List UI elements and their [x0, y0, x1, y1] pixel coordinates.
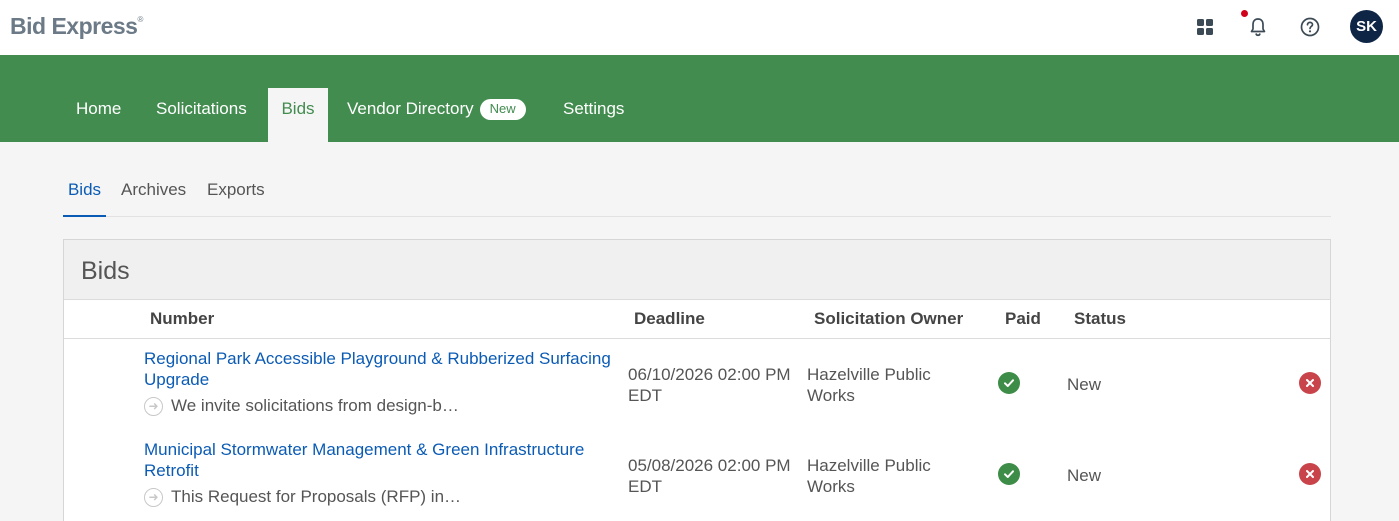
bid-status: New: [1067, 375, 1102, 394]
bids-panel: Bids Number Deadline Solicitation Owner …: [63, 239, 1331, 521]
bid-express-logo[interactable]: Bid Express®: [10, 13, 143, 40]
bid-title-link[interactable]: Municipal Stormwater Management & Green …: [144, 439, 614, 481]
column-header-status[interactable]: Status: [1074, 309, 1126, 329]
bid-owner: Hazelville Public Works: [807, 365, 931, 405]
table-row: Regional Park Accessible Playground & Ru…: [64, 348, 1330, 439]
nav-settings[interactable]: Settings: [547, 88, 640, 142]
arrow-right-circle-icon[interactable]: ➜: [144, 396, 163, 416]
panel-header: [64, 240, 1330, 300]
notification-dot: [1241, 10, 1248, 17]
column-header-deadline[interactable]: Deadline: [634, 309, 705, 329]
bid-description-text: We invite solicitations from design-b…: [171, 396, 459, 415]
bid-deadline: 06/10/2026 02:00 PM EDT: [628, 365, 791, 405]
nav-bids-active[interactable]: Bids: [268, 88, 328, 142]
close-circle-icon[interactable]: [1299, 463, 1321, 485]
help-circle-icon[interactable]: [1297, 14, 1323, 40]
panel-title: Bids: [81, 257, 130, 285]
column-header-owner[interactable]: Solicitation Owner: [814, 309, 963, 329]
check-circle-icon: [998, 463, 1020, 485]
user-avatar[interactable]: SK: [1350, 10, 1383, 43]
column-header-paid[interactable]: Paid: [1005, 309, 1041, 329]
subtab-bids[interactable]: Bids: [63, 170, 106, 217]
apps-grid-icon[interactable]: [1192, 14, 1218, 40]
header-divider: [64, 338, 1330, 339]
table-row: Municipal Stormwater Management & Green …: [64, 439, 1330, 521]
main-nav: Home Solicitations Bids Vendor Directory…: [0, 55, 1399, 142]
nav-home[interactable]: Home: [60, 88, 137, 142]
arrow-right-circle-icon[interactable]: ➜: [144, 487, 163, 507]
subtab-archives[interactable]: Archives: [121, 170, 186, 217]
bid-owner: Hazelville Public Works: [807, 456, 931, 496]
bid-status: New: [1067, 466, 1102, 485]
nav-vendor-directory[interactable]: Vendor Directory New: [331, 88, 542, 142]
bid-deadline: 05/08/2026 02:00 PM EDT: [628, 456, 791, 496]
nav-solicitations[interactable]: Solicitations: [140, 88, 263, 142]
bid-description: ➜ We invite solicitations from design-b…: [144, 396, 459, 416]
registered-mark: ®: [137, 15, 143, 24]
column-header-number[interactable]: Number: [150, 309, 214, 329]
bid-description: ➜ This Request for Proposals (RFP) in…: [144, 487, 461, 507]
bid-title-link[interactable]: Regional Park Accessible Playground & Ru…: [144, 348, 614, 390]
nav-vendor-directory-label: Vendor Directory: [347, 99, 474, 118]
logo-text: Bid Express: [10, 13, 138, 39]
top-bar: Bid Express® SK: [0, 0, 1399, 55]
bids-subtabs: Bids Archives Exports: [63, 170, 1331, 217]
bell-icon[interactable]: [1245, 14, 1271, 40]
close-circle-icon[interactable]: [1299, 372, 1321, 394]
bid-description-text: This Request for Proposals (RFP) in…: [171, 487, 462, 506]
new-badge: New: [479, 99, 526, 120]
check-circle-icon: [998, 372, 1020, 394]
subtab-exports[interactable]: Exports: [207, 170, 265, 217]
